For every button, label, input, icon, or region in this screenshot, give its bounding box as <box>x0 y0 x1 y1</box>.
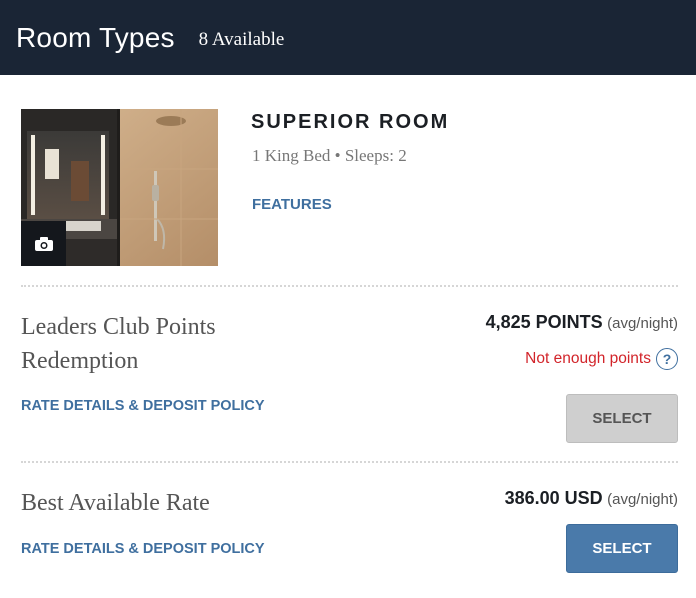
rate-amount: 386.00 USD <box>504 488 603 508</box>
help-icon[interactable]: ? <box>656 348 678 370</box>
points-warning: Not enough points ? <box>525 348 678 370</box>
warning-text: Not enough points <box>525 350 651 367</box>
rate-price-points: 4,825 POINTS (avg/night) <box>486 312 678 333</box>
section-divider <box>21 461 678 463</box>
rate-name-line1: Leaders Club Points <box>21 314 216 340</box>
rate-unit: (avg/night) <box>607 315 678 332</box>
rate-name-line2: Redemption <box>21 348 139 374</box>
room-types-header: Room Types 8 Available <box>0 0 696 75</box>
section-divider <box>21 285 678 287</box>
page-title: Room Types <box>16 21 175 53</box>
room-name: SUPERIOR ROOM <box>251 111 450 133</box>
camera-icon <box>34 236 53 251</box>
rate-unit: (avg/night) <box>607 491 678 508</box>
select-button-best[interactable]: SELECT <box>566 524 678 573</box>
rate-name-best: Best Available Rate <box>21 486 210 520</box>
available-count: 8 Available <box>198 28 285 50</box>
rate-name-line1: Best Available Rate <box>21 490 210 516</box>
photo-gallery-button[interactable] <box>21 221 66 266</box>
rate-price-best: 386.00 USD (avg/night) <box>505 488 678 509</box>
features-link[interactable]: FEATURES <box>252 196 332 213</box>
rate-name-points: Leaders Club Points Redemption <box>21 310 216 378</box>
select-button-points[interactable]: SELECT <box>566 394 678 443</box>
rate-details-link-points[interactable]: RATE DETAILS & DEPOSIT POLICY <box>21 398 265 414</box>
rate-details-link-best[interactable]: RATE DETAILS & DEPOSIT POLICY <box>21 541 265 557</box>
room-details: 1 King Bed • Sleeps: 2 <box>252 146 407 165</box>
rate-amount: 4,825 POINTS <box>485 312 603 332</box>
